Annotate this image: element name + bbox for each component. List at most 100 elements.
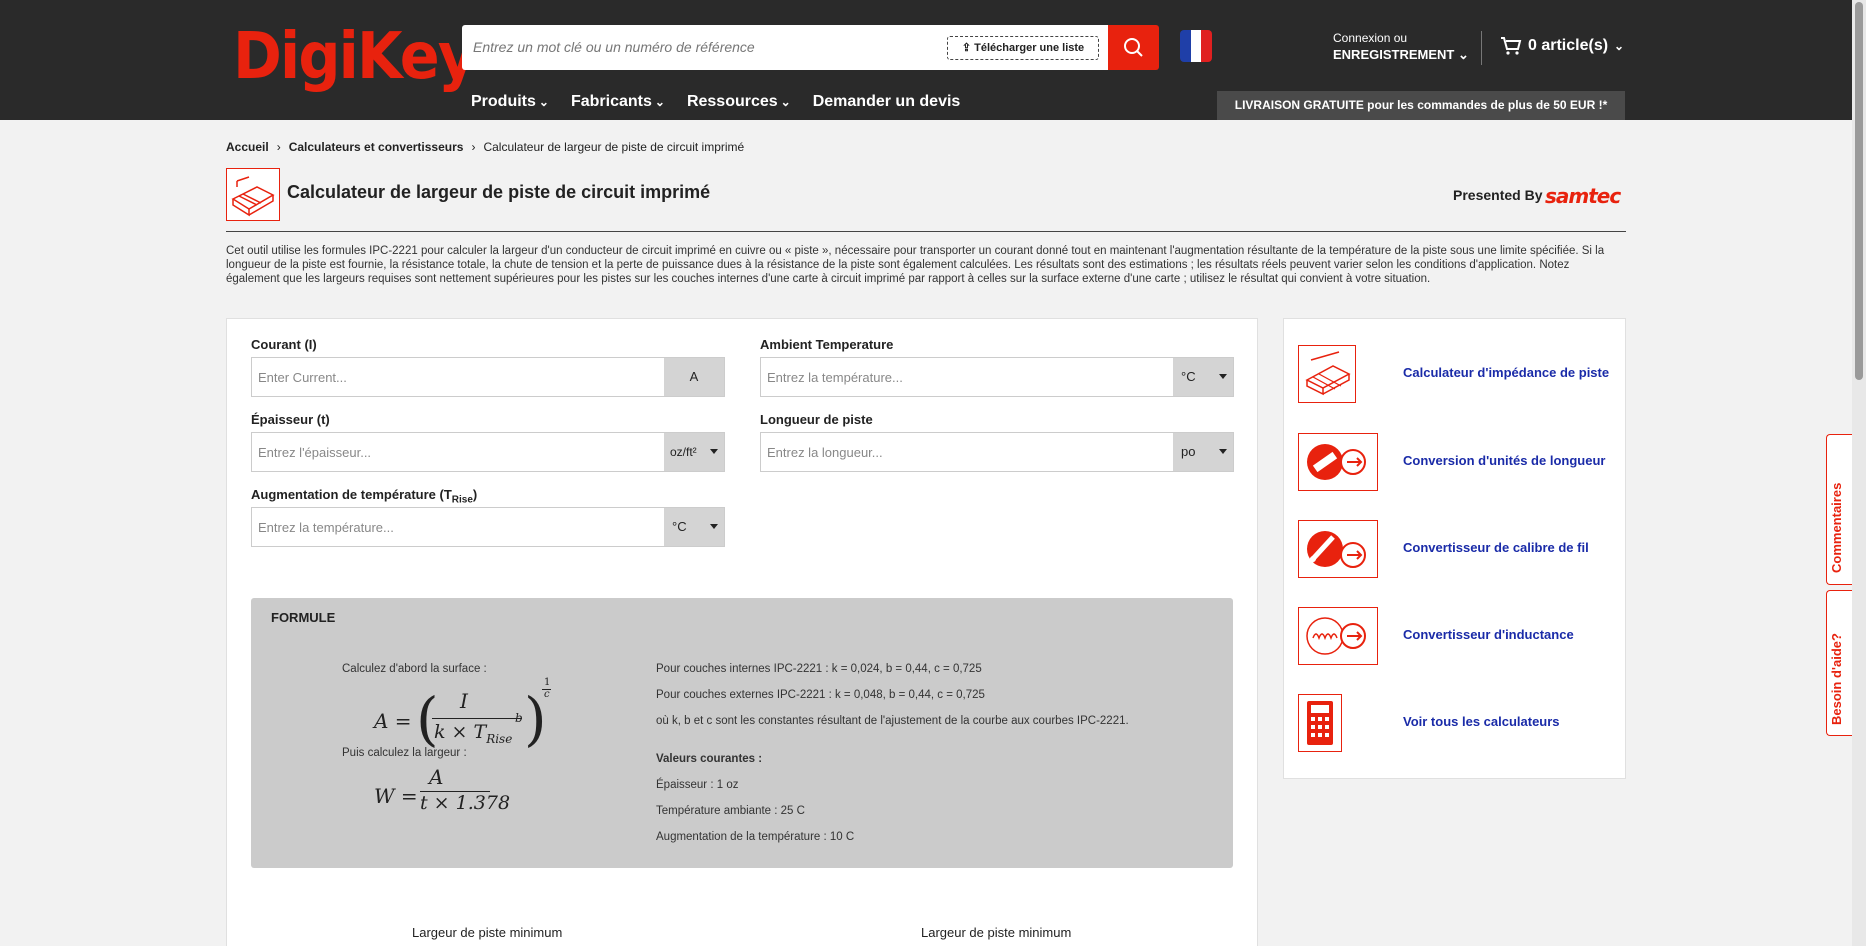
ambient-label: Ambient Temperature (760, 337, 894, 352)
related-item[interactable]: Conversion d'unités de longueur (1298, 433, 1605, 491)
wire-gauge-icon (1298, 520, 1378, 578)
formula-step1: Calculez d'abord la surface : (342, 663, 487, 675)
caret-down-icon (1219, 449, 1227, 454)
main-nav: Produits ⌄ Fabricants ⌄ Ressources ⌄ Demand… (471, 93, 960, 111)
upload-icon: ⇪ (961, 42, 975, 54)
related-link[interactable]: Convertisseur de calibre de fil (1403, 540, 1589, 555)
trace-impedance-icon (1298, 345, 1356, 403)
typical-values-title: Valeurs courantes : (656, 753, 763, 765)
current-unit: A (664, 358, 724, 396)
external-layers-text: Pour couches externes IPC-2221 : k = 0,0… (656, 689, 985, 701)
cart-button[interactable]: 0 article(s) ⌄ (1500, 36, 1624, 56)
page-title: Calculateur de largeur de piste de circu… (287, 182, 711, 202)
current-placeholder: Enter Current... (258, 370, 347, 385)
chevron-down-icon: ⌄ (654, 95, 665, 109)
length-placeholder: Entrez la longueur... (767, 445, 883, 460)
chevron-down-icon: ⌄ (1614, 39, 1625, 53)
register-link[interactable]: ENREGISTREMENT (1333, 47, 1454, 62)
thickness-input[interactable]: Entrez l'épaisseur... oz/ft² (251, 432, 725, 472)
upload-list-button[interactable]: ⇪ Télécharger une liste (947, 36, 1099, 60)
related-item[interactable]: Convertisseur de calibre de fil (1298, 520, 1589, 578)
typical-ambient: Température ambiante : 25 C (656, 805, 805, 817)
related-link[interactable]: Calculateur d'impédance de piste (1403, 365, 1609, 380)
nav-products[interactable]: Produits ⌄ (471, 93, 549, 111)
caret-down-icon (1219, 374, 1227, 379)
chevron-down-icon: ⌄ (1457, 47, 1469, 62)
current-input[interactable]: Enter Current... A (251, 357, 725, 397)
current-label: Courant (I) (251, 337, 317, 352)
caret-down-icon (710, 449, 718, 454)
search-button[interactable] (1108, 25, 1159, 70)
breadcrumb-current: Calculateur de largeur de piste de circu… (483, 140, 745, 154)
france-flag-icon[interactable] (1180, 30, 1212, 62)
caret-down-icon (710, 524, 718, 529)
search-icon (1124, 38, 1143, 57)
thickness-placeholder: Entrez l'épaisseur... (258, 445, 372, 460)
rise-unit: °C (672, 519, 687, 534)
internal-layers-text: Pour couches internes IPC-2221 : k = 0,0… (656, 663, 982, 675)
rise-placeholder: Entrez la température... (258, 520, 394, 535)
presented-by: Presented By (1453, 187, 1543, 203)
constants-text: où k, b et c sont les constantes résulta… (656, 715, 1129, 727)
nav-manufacturers[interactable]: Fabricants ⌄ (571, 93, 665, 111)
tool-description: Cet outil utilise les formules IPC-2221 … (226, 245, 1605, 285)
title-divider (226, 231, 1626, 232)
related-link[interactable]: Voir tous les calculateurs (1403, 714, 1560, 729)
digikey-logo[interactable]: DigiKey (233, 22, 476, 92)
thickness-unit-select[interactable]: oz/ft² (664, 433, 724, 471)
rise-input[interactable]: Entrez la température... °C (251, 507, 725, 547)
chevron-down-icon: ⌄ (780, 95, 791, 109)
breadcrumb: Accueil › Calculateurs et convertisseurs… (226, 140, 744, 154)
login-menu[interactable]: Connexion ou ENREGISTREMENT ⌄ (1333, 31, 1469, 63)
chevron-right-icon: › (276, 140, 281, 154)
width-equation: W = A t × 1.378 (374, 765, 511, 814)
pcb-trace-icon (226, 168, 280, 221)
help-label: Besoin d'aide? (1829, 633, 1844, 725)
thickness-label: Épaisseur (t) (251, 412, 330, 427)
ambient-unit: °C (1181, 369, 1196, 384)
length-unit: po (1181, 444, 1196, 459)
typical-rise: Augmentation de la température : 10 C (656, 831, 855, 843)
nav-quote[interactable]: Demander un devis (813, 93, 961, 111)
related-calculators: Calculateur d'impédance de piste Convers… (1283, 318, 1626, 779)
cart-label: 0 article(s) (1528, 37, 1609, 54)
help-tab[interactable]: Besoin d'aide? (1826, 590, 1852, 736)
scrollbar-thumb[interactable] (1855, 2, 1863, 380)
divider (1481, 31, 1482, 65)
length-conversion-icon (1298, 433, 1378, 491)
breadcrumb-section[interactable]: Calculateurs et convertisseurs (289, 140, 464, 154)
upload-list-label: Télécharger une liste (974, 42, 1085, 54)
calculator-icon (1298, 694, 1342, 752)
length-label: Longueur de piste (760, 412, 873, 427)
length-unit-select[interactable]: po (1173, 433, 1233, 471)
related-item[interactable]: Convertisseur d'inductance (1298, 607, 1574, 665)
related-link[interactable]: Convertisseur d'inductance (1403, 627, 1574, 642)
result-label-internal: Largeur de piste minimum (412, 925, 563, 940)
formula-step2: Puis calculez la largeur : (342, 747, 467, 759)
ambient-unit-select[interactable]: °C (1173, 358, 1233, 396)
formula-panel: FORMULE Calculez d'abord la surface : A … (251, 598, 1233, 868)
chevron-down-icon: ⌄ (538, 95, 549, 109)
rise-label: Augmentation de température (TRise) (251, 487, 478, 506)
formula-title: FORMULE (271, 610, 336, 625)
site-header: DigiKey Entrez un mot clé ou un numéro d… (0, 0, 1852, 120)
breadcrumb-home[interactable]: Accueil (226, 140, 269, 154)
login-line: Connexion ou (1333, 31, 1408, 45)
related-item[interactable]: Voir tous les calculateurs (1298, 694, 1560, 752)
ambient-placeholder: Entrez la température... (767, 370, 903, 385)
result-label-external: Largeur de piste minimum (921, 925, 1072, 940)
feedback-label: Commentaires (1829, 482, 1844, 573)
area-equation: A = ( I k × TRise b ) 1 c (374, 677, 551, 753)
shipping-banner[interactable]: LIVRAISON GRATUITE pour les commandes de… (1217, 91, 1625, 120)
samtec-logo[interactable]: samtec (1545, 184, 1621, 208)
ambient-input[interactable]: Entrez la température... °C (760, 357, 1234, 397)
nav-resources[interactable]: Ressources ⌄ (687, 93, 791, 111)
related-link[interactable]: Conversion d'unités de longueur (1403, 453, 1605, 468)
chevron-right-icon: › (471, 140, 476, 154)
length-input[interactable]: Entrez la longueur... po (760, 432, 1234, 472)
rise-unit-select[interactable]: °C (664, 508, 724, 546)
feedback-tab[interactable]: Commentaires (1826, 434, 1852, 585)
typical-thickness: Épaisseur : 1 oz (656, 779, 739, 791)
related-item[interactable]: Calculateur d'impédance de piste (1298, 345, 1609, 403)
scrollbar[interactable] (1852, 0, 1866, 946)
